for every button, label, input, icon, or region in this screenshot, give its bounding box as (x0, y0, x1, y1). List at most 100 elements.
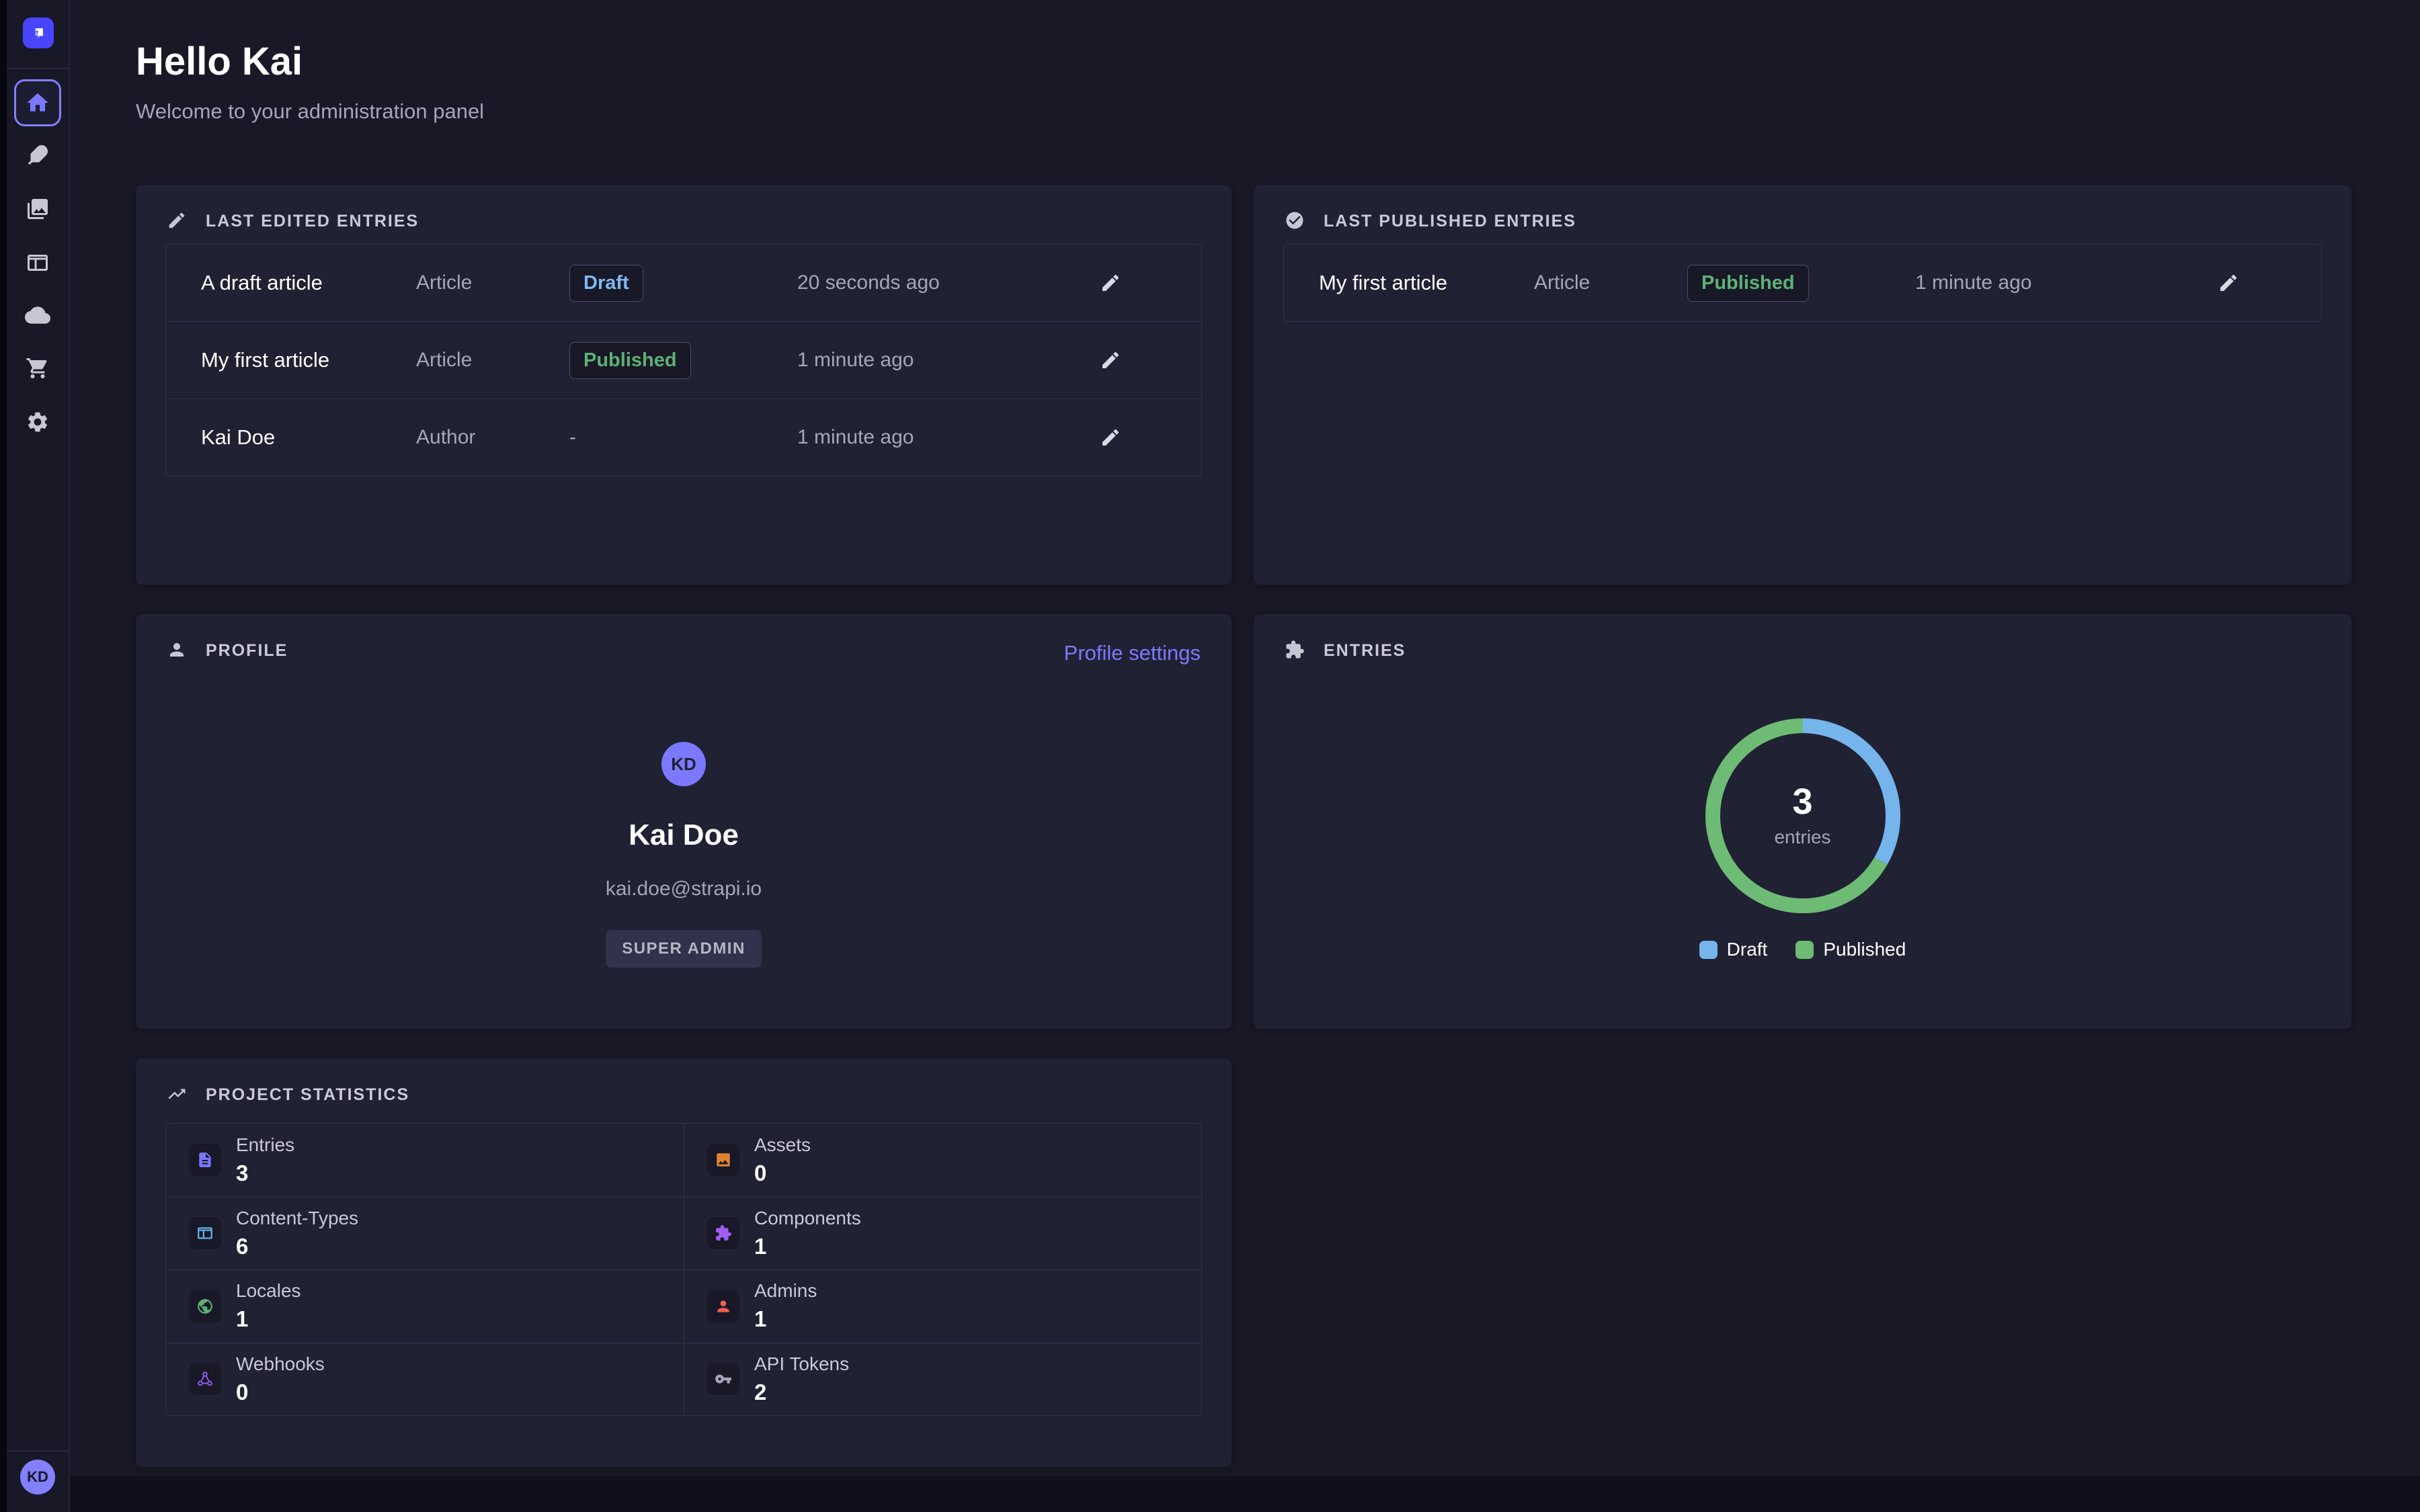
key-icon (715, 1370, 732, 1388)
home-icon (25, 90, 50, 116)
entry-time: 1 minute ago (1915, 271, 2204, 294)
donut-total: 3 (1792, 784, 1812, 820)
sidebar-item-settings[interactable] (25, 409, 50, 435)
page-title: Hello Kai (136, 39, 302, 84)
sidebar-item-content-manager[interactable] (25, 142, 50, 168)
stat-label: Components (754, 1208, 861, 1229)
stat-item: Entries 3 (166, 1124, 684, 1196)
trend-up-icon (167, 1084, 188, 1105)
profile-email: kai.doe@strapi.io (606, 878, 762, 900)
entry-name: My first article (166, 348, 416, 372)
stat-label: API Tokens (754, 1353, 849, 1375)
table-row: My first article Article Published 1 min… (1284, 245, 2321, 321)
status-empty: - (569, 426, 797, 449)
strapi-logo[interactable] (23, 17, 54, 48)
edit-entry-button[interactable] (1090, 340, 1131, 380)
legend-label: Published (1823, 939, 1906, 960)
stat-label: Entries (236, 1134, 294, 1156)
entry-time: 20 seconds ago (797, 271, 1086, 294)
check-circle-icon (1285, 210, 1306, 232)
person-icon (715, 1298, 732, 1315)
stat-icon-tile (707, 1363, 739, 1395)
stat-label: Webhooks (236, 1353, 325, 1375)
sidebar-item-content-type-builder[interactable] (25, 250, 50, 276)
table-row: My first article Article Published 1 min… (166, 321, 1201, 398)
table-row: A draft article Article Draft 20 seconds… (166, 245, 1201, 321)
image-icon (715, 1151, 732, 1169)
feather-icon (26, 143, 50, 167)
stat-label: Locales (236, 1280, 301, 1302)
last-edited-table: A draft article Article Draft 20 seconds… (165, 244, 1202, 476)
pencil-icon (1100, 272, 1121, 294)
entry-type: Article (416, 271, 569, 294)
legend-item-published: Published (1796, 939, 1906, 960)
card-title: LAST PUBLISHED ENTRIES (1324, 212, 1576, 231)
entry-type: Author (416, 426, 569, 449)
sidebar-item-marketplace[interactable] (25, 355, 50, 381)
person-icon (167, 640, 188, 661)
stat-icon-tile (189, 1217, 221, 1249)
stat-value: 0 (754, 1161, 811, 1186)
card-title: PROJECT STATISTICS (206, 1085, 409, 1105)
stat-icon-tile (707, 1290, 739, 1322)
profile-avatar: KD (661, 742, 706, 786)
file-icon (196, 1151, 214, 1169)
entry-time: 1 minute ago (797, 426, 1086, 449)
pencil-icon (2218, 272, 2239, 294)
layout-icon (196, 1224, 214, 1242)
stat-label: Content-Types (236, 1208, 358, 1229)
entries-card: ENTRIES 3 entries Draft (1254, 614, 2351, 1029)
stat-value: 2 (754, 1380, 849, 1405)
user-avatar[interactable]: KD (20, 1460, 55, 1495)
entry-name: A draft article (166, 271, 416, 295)
chart-legend: Draft Published (1254, 939, 2351, 960)
donut-unit: entries (1774, 827, 1830, 848)
stat-icon-tile (707, 1217, 739, 1249)
table-row: Kai Doe Author - 1 minute ago (166, 398, 1201, 476)
pencil-icon (1100, 349, 1121, 371)
sidebar-item-home[interactable] (14, 79, 61, 126)
stats-table: Entries 3 Assets 0 Content-Types 6 Compo… (165, 1123, 1202, 1416)
last-published-entries-card: LAST PUBLISHED ENTRIES My first article … (1254, 185, 2351, 585)
profile-settings-link[interactable]: Profile settings (1064, 641, 1201, 665)
stat-value: 6 (236, 1234, 358, 1259)
cloud-icon (25, 302, 50, 328)
sidebar: KD (7, 0, 70, 1512)
stat-value: 1 (236, 1306, 301, 1332)
stat-label: Assets (754, 1134, 811, 1156)
pencil-icon (1100, 427, 1121, 448)
last-edited-entries-card: LAST EDITED ENTRIES A draft article Arti… (136, 185, 1232, 585)
legend-chip-published (1796, 941, 1814, 959)
profile-card: PROFILE Profile settings KD Kai Doe kai.… (136, 614, 1232, 1029)
edit-entry-button[interactable] (1090, 417, 1131, 458)
card-title: LAST EDITED ENTRIES (206, 212, 419, 231)
card-title: ENTRIES (1324, 641, 1406, 661)
strapi-logo-icon (28, 23, 48, 43)
entry-name: My first article (1284, 271, 1534, 295)
role-badge: SUPER ADMIN (606, 930, 762, 968)
sidebar-item-media-library[interactable] (25, 196, 50, 222)
stat-item: Assets 0 (684, 1124, 1201, 1196)
status-badge: Published (1687, 265, 1809, 302)
legend-item-draft: Draft (1699, 939, 1768, 960)
page-subtitle: Welcome to your administration panel (136, 99, 484, 124)
entry-time: 1 minute ago (797, 349, 1086, 372)
globe-icon (196, 1298, 214, 1315)
webhook-icon (196, 1370, 214, 1388)
edit-entry-button[interactable] (1090, 263, 1131, 303)
layout-icon (26, 251, 50, 275)
stat-item: Admins 1 (684, 1269, 1201, 1342)
stat-icon-tile (189, 1144, 221, 1176)
edit-entry-button[interactable] (2208, 263, 2249, 303)
stat-value: 1 (754, 1234, 861, 1259)
stat-label: Admins (754, 1280, 817, 1302)
entry-name: Kai Doe (166, 425, 416, 450)
sidebar-item-deploy[interactable] (25, 302, 50, 328)
stat-icon-tile (189, 1290, 221, 1322)
status-badge: Draft (569, 265, 643, 302)
window-edge (0, 0, 7, 1512)
stat-item: API Tokens 2 (684, 1343, 1201, 1415)
sidebar-divider (7, 68, 69, 69)
legend-chip-draft (1699, 941, 1718, 959)
last-published-table: My first article Article Published 1 min… (1283, 244, 2322, 322)
